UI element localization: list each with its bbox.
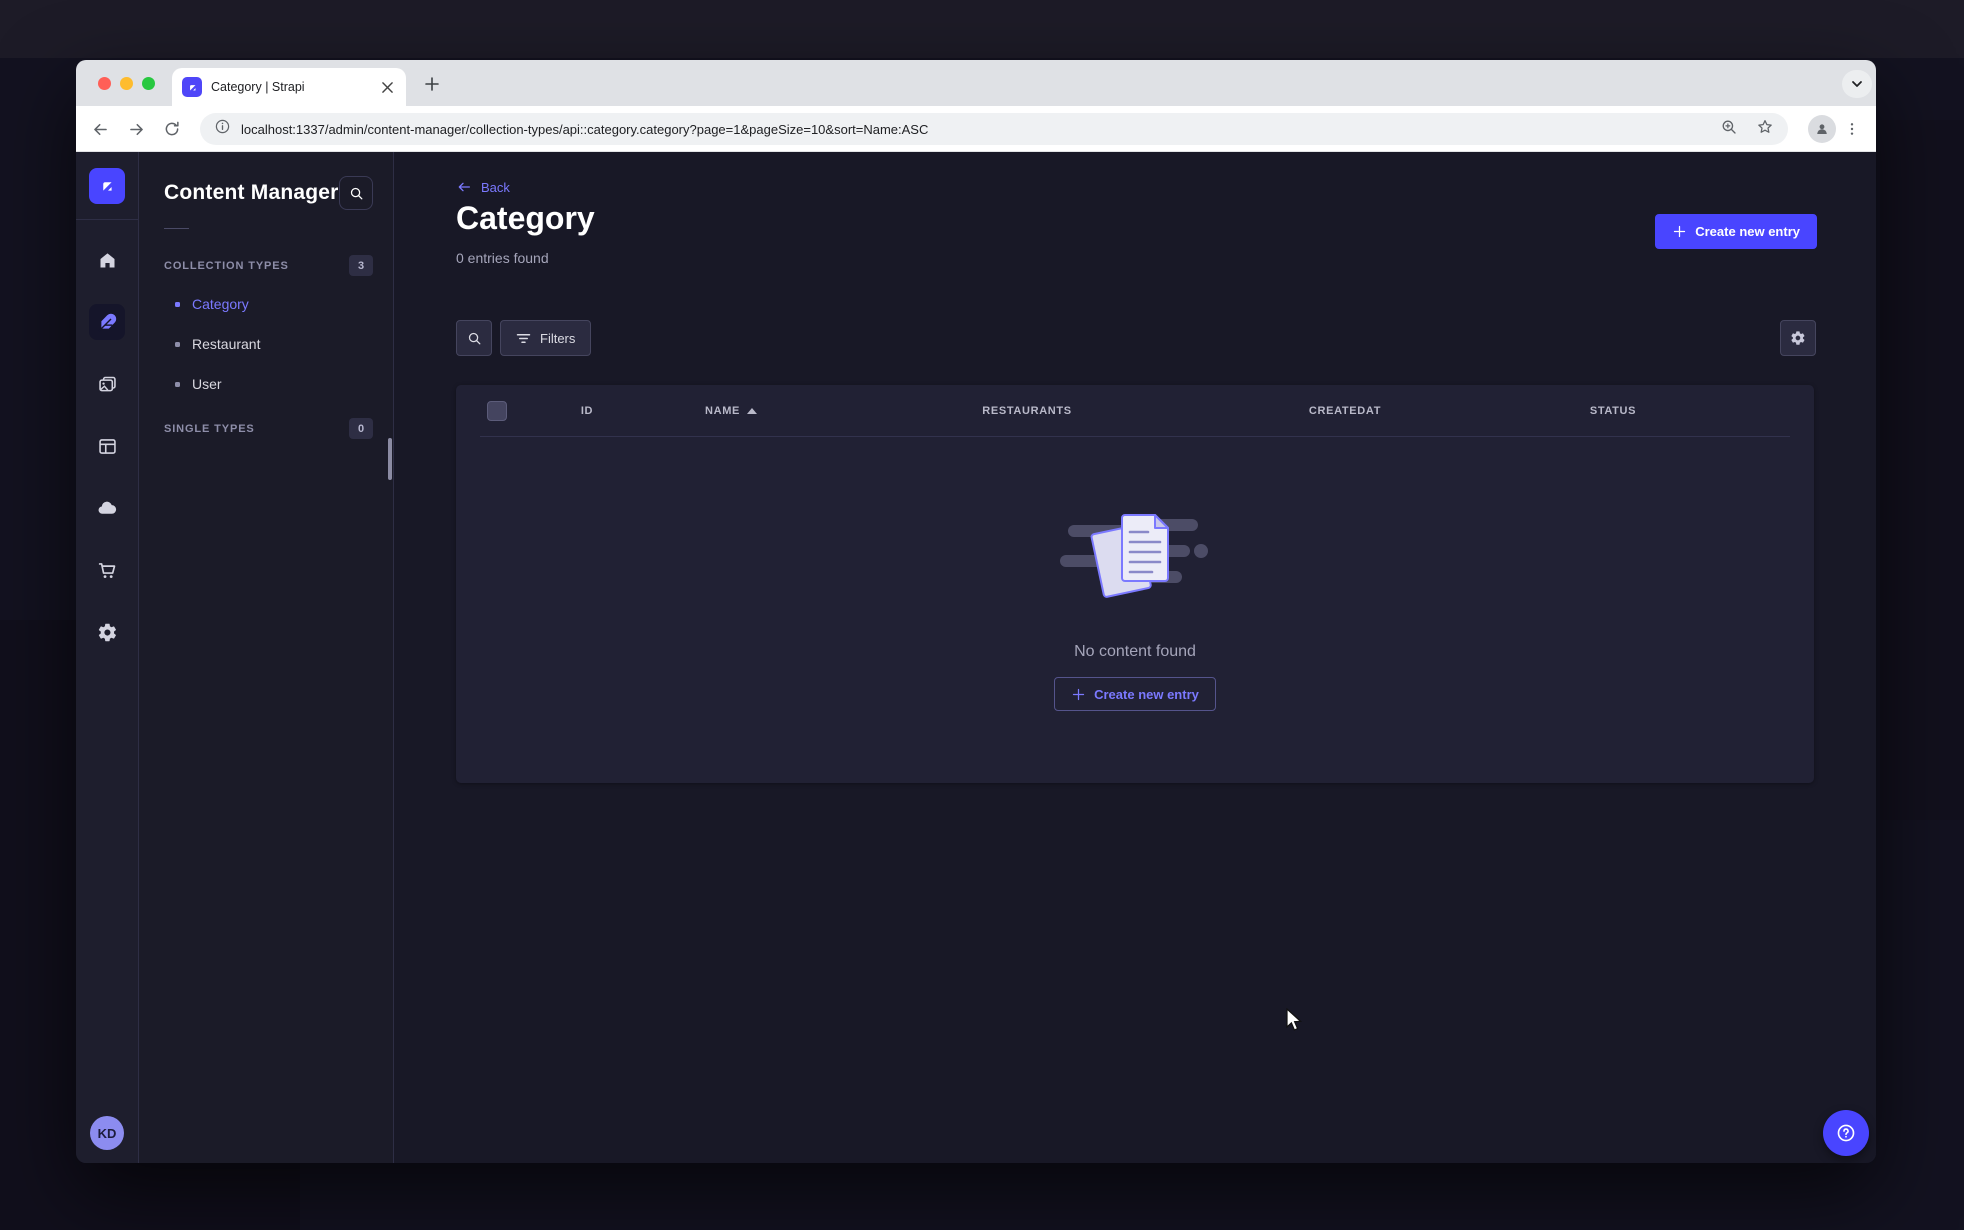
gear-icon [1791, 331, 1805, 345]
bullet-icon [175, 341, 180, 347]
plus-icon [1072, 688, 1085, 700]
site-info-icon[interactable] [214, 118, 231, 140]
empty-documents-illustration [1060, 514, 1208, 598]
tab-search-chevron-icon[interactable] [1842, 70, 1872, 98]
sort-ascending-icon [747, 408, 758, 414]
browser-tab[interactable]: Category | Strapi [172, 68, 406, 106]
filters-button[interactable]: Filters [500, 320, 592, 356]
help-button[interactable] [1823, 1110, 1869, 1156]
minimize-window-button[interactable] [120, 77, 133, 90]
back-arrow-icon [458, 182, 470, 192]
select-all-checkbox[interactable] [487, 401, 507, 421]
urlbar-actions [1720, 118, 1774, 141]
column-header-restaurants[interactable]: RESTAURANTS [982, 405, 1072, 417]
search-icon [468, 332, 480, 344]
table-settings-button[interactable] [1780, 320, 1816, 356]
content-manager-feather-icon[interactable] [89, 304, 125, 340]
desktop-background-band [0, 0, 1964, 58]
bullet-icon [175, 381, 180, 387]
subnav-item-user[interactable]: User [139, 364, 393, 404]
zoom-level-icon[interactable] [1720, 118, 1738, 141]
plus-icon [1674, 225, 1686, 238]
subnav-item-restaurant[interactable]: Restaurant [139, 324, 393, 364]
strapi-app: KD Content Manager COLLECTION TYPES 3 Ca… [76, 152, 1876, 1163]
column-header-createdat[interactable]: CREATEDAT [1309, 405, 1381, 417]
strapi-logo-icon[interactable] [89, 168, 125, 204]
table-search-button[interactable] [456, 320, 492, 356]
create-new-entry-button[interactable]: Create new entry [1655, 214, 1817, 249]
single-types-label: SINGLE TYPES [164, 422, 255, 435]
bullet-icon [175, 301, 180, 307]
url-bar[interactable]: localhost:1337/admin/content-manager/col… [200, 113, 1788, 145]
column-header-name[interactable]: NAME [705, 405, 758, 417]
content-manager-subnav: Content Manager COLLECTION TYPES 3 Categ… [139, 152, 394, 1163]
main-nav-rail: KD [76, 152, 139, 1163]
entries-table-card: ID NAME RESTAURANTS CREATEDAT STATUS No … [456, 385, 1814, 783]
browser-menu-icon[interactable] [1840, 117, 1864, 141]
subnav-search-button[interactable] [339, 176, 373, 210]
bookmark-star-icon[interactable] [1756, 118, 1774, 141]
rail-divider [76, 219, 139, 220]
marketplace-cart-icon[interactable] [89, 552, 125, 588]
desktop-background-block [1880, 120, 1964, 820]
filter-icon [516, 333, 531, 343]
entries-count: 0 entries found [456, 250, 549, 266]
empty-state-message: No content found [1074, 643, 1196, 660]
tab-close-icon[interactable] [378, 78, 396, 96]
settings-gear-icon[interactable] [89, 614, 125, 650]
collection-types-count-badge: 3 [349, 255, 373, 276]
avatar-initials: KD [97, 1125, 117, 1141]
tab-title: Category | Strapi [211, 80, 305, 94]
browser-profile-avatar[interactable] [1808, 115, 1836, 143]
url-text: localhost:1337/admin/content-manager/col… [241, 121, 929, 137]
home-icon[interactable] [89, 242, 125, 278]
question-mark-icon [1837, 1124, 1855, 1142]
page-title: Category [456, 200, 595, 236]
strapi-favicon-icon [182, 77, 202, 97]
forward-icon[interactable] [124, 117, 148, 141]
user-avatar[interactable]: KD [90, 1116, 124, 1150]
subnav-item-category[interactable]: Category [139, 284, 393, 324]
column-header-id[interactable]: ID [581, 405, 593, 417]
browser-toolbar: localhost:1337/admin/content-manager/col… [76, 106, 1876, 152]
main-content: Back Category 0 entries found Create new… [394, 152, 1876, 1163]
subnav-title: Content Manager [164, 181, 339, 204]
close-window-button[interactable] [98, 77, 111, 90]
empty-create-new-entry-button[interactable]: Create new entry [1054, 677, 1216, 711]
back-icon[interactable] [88, 117, 112, 141]
window-controls [98, 77, 155, 90]
browser-tab-strip: Category | Strapi [76, 60, 1876, 106]
media-library-icon[interactable] [89, 366, 125, 402]
empty-state: No content found Create new entry [456, 437, 1814, 783]
subnav-scrollbar[interactable] [388, 438, 392, 480]
browser-window: Category | Strapi localhost:1337/admin/c… [76, 60, 1876, 1163]
column-header-status[interactable]: STATUS [1590, 405, 1636, 417]
single-types-count-badge: 0 [349, 418, 373, 439]
new-tab-button[interactable] [422, 74, 442, 94]
deploy-cloud-icon[interactable] [89, 490, 125, 526]
table-header-row: ID NAME RESTAURANTS CREATEDAT STATUS [456, 385, 1814, 437]
reload-icon[interactable] [160, 117, 184, 141]
collection-types-label: COLLECTION TYPES [164, 259, 289, 272]
back-link[interactable]: Back [456, 179, 510, 195]
content-type-builder-icon[interactable] [89, 428, 125, 464]
zoom-window-button[interactable] [142, 77, 155, 90]
